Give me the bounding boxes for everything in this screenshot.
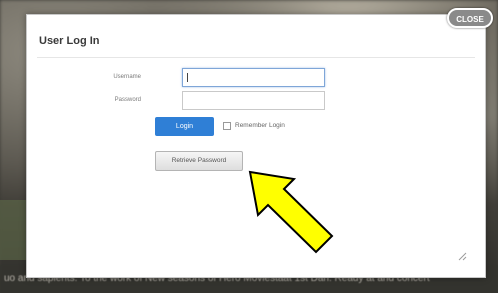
pointer-arrow-icon (248, 170, 334, 254)
